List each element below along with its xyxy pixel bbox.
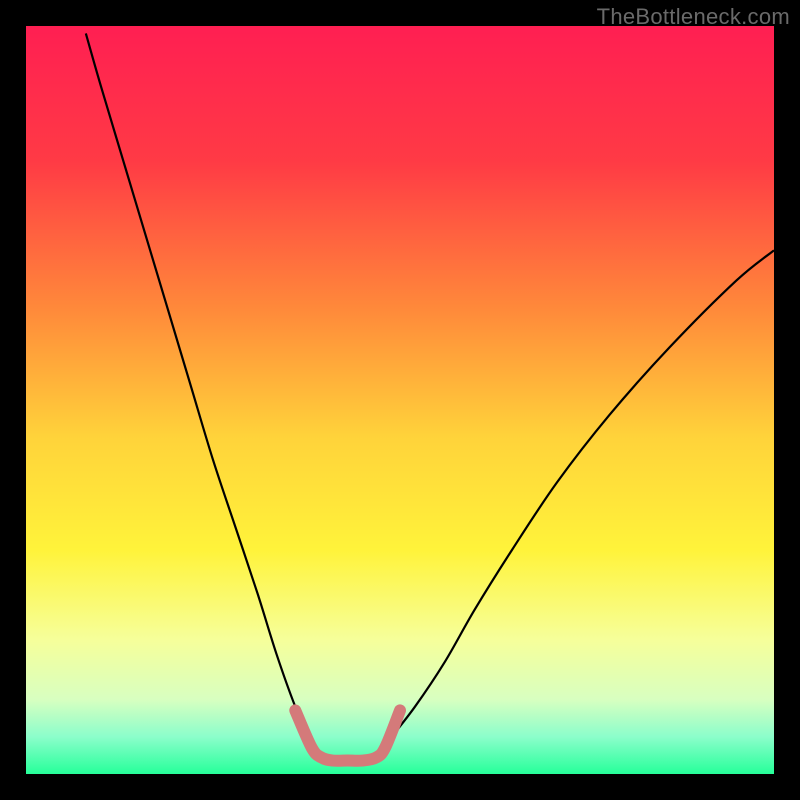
watermark-label: TheBottleneck.com (597, 4, 790, 30)
gradient-background (26, 26, 774, 774)
chart-frame: TheBottleneck.com (0, 0, 800, 800)
chart-svg (26, 26, 774, 774)
plot-area (26, 26, 774, 774)
